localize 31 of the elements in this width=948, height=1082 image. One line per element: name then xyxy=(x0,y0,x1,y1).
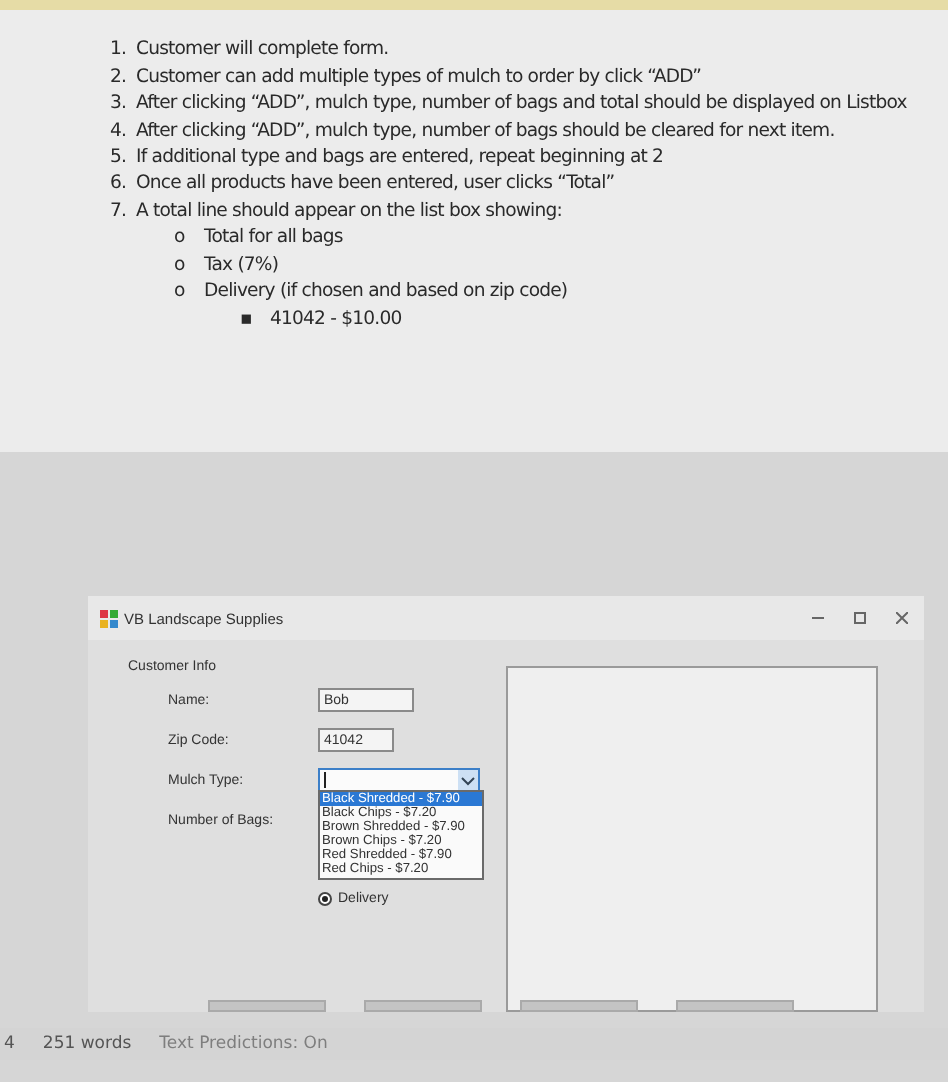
word-count[interactable]: 251 words xyxy=(42,1034,132,1054)
dropdown-field[interactable] xyxy=(318,768,480,792)
list-item-text: After clicking “ADD”, mulch type, number of bags should be cleared for next item. xyxy=(136,119,835,142)
list-number: 2. xyxy=(110,65,129,88)
list-item-text: 41042 - $10.00 xyxy=(270,307,402,330)
list-number: 5. xyxy=(110,145,129,168)
list-number: 4. xyxy=(110,119,129,142)
list-item-text: Customer can add multiple types of mulch to order by click “ADD” xyxy=(136,65,701,88)
list-number: 1. xyxy=(110,38,129,61)
list-item-text: Once all products have been entered, user clicks “Total” xyxy=(136,172,615,195)
bullet-marker: o xyxy=(174,253,187,276)
list-item-text: A total line should appear on the list box showing: xyxy=(136,199,562,222)
list-number: 3. xyxy=(110,92,129,115)
list-number: 6. xyxy=(110,172,129,195)
list-item-text: Delivery (if chosen and based on zip code) xyxy=(204,280,568,303)
radio-button[interactable] xyxy=(318,892,332,906)
close-icon[interactable] xyxy=(896,612,908,624)
page-number: 4 xyxy=(4,1034,15,1054)
list-item-text: If additional type and bags are entered, repeat beginning at 2 xyxy=(136,145,664,168)
bullet-marker: o xyxy=(174,280,187,303)
list-item-text: Tax (7%) xyxy=(204,253,279,276)
bullet-marker: o xyxy=(174,226,187,249)
bullet-marker: ▪ xyxy=(240,307,254,330)
maximize-icon[interactable] xyxy=(854,612,866,624)
list-number: 7. xyxy=(110,199,129,222)
app-icon xyxy=(100,609,118,627)
minimize-icon[interactable] xyxy=(812,612,824,624)
list-item-text: After clicking “ADD”, mulch type, number of bags and total should be displayed on Listbox xyxy=(136,92,907,115)
caret-icon[interactable] xyxy=(458,770,478,790)
list-item-text: Total for all bags xyxy=(204,226,343,249)
list-item-text: Customer will complete form. xyxy=(136,38,389,61)
